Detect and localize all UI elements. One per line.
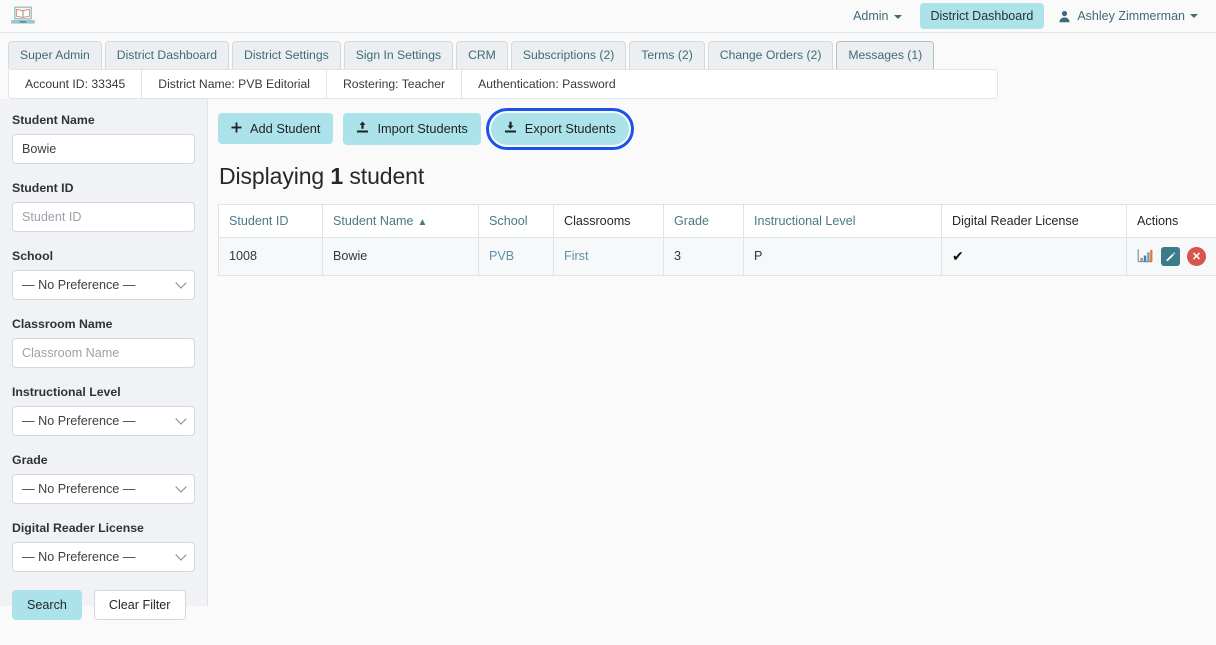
cell-instructional-level: P	[743, 236, 942, 276]
chevron-down-icon	[175, 548, 187, 561]
user-name-label: Ashley Zimmerman	[1077, 9, 1185, 23]
grade-select-value: — No Preference —	[22, 481, 136, 496]
column-header-grade[interactable]: Grade	[663, 203, 744, 238]
clear-filter-button[interactable]: Clear Filter	[93, 589, 186, 620]
student-action-row: Add Student Import Students Export Stude…	[218, 107, 1216, 150]
table-row: 1008 Bowie PVB First 3 P ✔ ✕	[218, 236, 1216, 276]
chevron-down-icon	[175, 276, 187, 289]
school-label: School	[12, 248, 53, 263]
filter-sidebar: Student Name Student ID School — No Pref…	[0, 98, 208, 620]
classroom-name-label: Classroom Name	[12, 316, 113, 331]
plus-icon	[231, 121, 242, 136]
school-link[interactable]: PVB	[489, 249, 514, 263]
user-icon	[1058, 10, 1071, 23]
column-header-instructional-level[interactable]: Instructional Level	[743, 203, 942, 238]
student-name-label: Student Name	[12, 112, 95, 127]
tab-crm[interactable]: CRM	[456, 41, 508, 69]
export-students-button[interactable]: Export Students	[485, 107, 634, 150]
sort-ascending-icon: ▲	[417, 216, 428, 228]
tab-subscriptions[interactable]: Subscriptions (2)	[510, 41, 627, 69]
tab-sign-in-settings[interactable]: Sign In Settings	[343, 41, 454, 69]
page-content: Student Name Student ID School — No Pref…	[0, 98, 1216, 634]
student-id-input[interactable]	[12, 201, 195, 232]
district-name-info: District Name: PVB Editorial	[142, 69, 327, 98]
classroom-name-input[interactable]	[12, 337, 195, 368]
students-table: Student ID Student Name ▲ School Classroo…	[218, 203, 1216, 276]
admin-menu-label: Admin	[853, 9, 889, 23]
classroom-link[interactable]: First	[564, 249, 588, 263]
students-main-panel: Add Student Import Students Export Stude…	[208, 98, 1216, 634]
column-header-classrooms: Classrooms	[553, 203, 664, 238]
cell-classrooms: First	[553, 236, 664, 276]
caret-down-icon	[893, 14, 902, 19]
instructional-level-select[interactable]: — No Preference —	[12, 405, 195, 436]
add-student-label: Add Student	[250, 121, 321, 137]
table-header-row: Student ID Student Name ▲ School Classroo…	[218, 203, 1216, 238]
tab-district-settings[interactable]: District Settings	[232, 41, 341, 69]
top-header-bar: Admin District Dashboard Ashley Zimmerma…	[0, 0, 1216, 33]
heading-prefix: Displaying	[219, 162, 325, 189]
column-header-school[interactable]: School	[478, 203, 554, 238]
instructional-level-label: Instructional Level	[12, 384, 121, 399]
instructional-level-select-value: — No Preference —	[22, 413, 136, 428]
caret-down-icon	[1190, 14, 1198, 18]
tab-change-orders[interactable]: Change Orders (2)	[707, 41, 834, 69]
account-id-info: Account ID: 33345	[9, 69, 143, 98]
admin-menu[interactable]: Admin	[843, 5, 911, 27]
header-right-group: Admin District Dashboard Ashley Zimmerma…	[843, 3, 1200, 29]
cell-school: PVB	[478, 236, 554, 276]
cell-student-id: 1008	[218, 236, 323, 276]
tab-messages[interactable]: Messages (1)	[836, 41, 935, 69]
add-student-button[interactable]: Add Student	[218, 113, 334, 145]
student-name-input[interactable]	[12, 133, 195, 164]
column-header-student-name[interactable]: Student Name ▲	[322, 203, 479, 238]
upload-icon	[356, 121, 369, 137]
column-header-actions: Actions	[1126, 203, 1216, 238]
digital-reader-license-select-value: — No Preference —	[22, 549, 136, 564]
edit-pencil-icon[interactable]	[1161, 246, 1180, 266]
student-id-label: Student ID	[12, 180, 74, 195]
cell-digital-reader-license: ✔	[941, 236, 1127, 276]
school-select-value: — No Preference —	[22, 277, 136, 292]
delete-x-icon[interactable]: ✕	[1187, 246, 1206, 266]
district-dashboard-pill[interactable]: District Dashboard	[919, 3, 1045, 29]
grade-label: Grade	[12, 452, 48, 467]
cell-actions: ✕	[1126, 236, 1216, 276]
user-menu[interactable]: Ashley Zimmerman	[1056, 5, 1200, 27]
tab-district-dashboard[interactable]: District Dashboard	[104, 41, 230, 69]
search-button[interactable]: Search	[12, 589, 82, 620]
tab-terms[interactable]: Terms (2)	[629, 41, 705, 69]
school-select[interactable]: — No Preference —	[12, 269, 195, 300]
filter-button-row: Search Clear Filter	[12, 589, 195, 620]
column-header-student-id[interactable]: Student ID	[218, 203, 323, 238]
digital-reader-license-label: Digital Reader License	[12, 520, 144, 535]
cell-student-name: Bowie	[322, 236, 479, 276]
authentication-info: Authentication: Password	[478, 76, 616, 91]
cell-grade: 3	[663, 236, 744, 276]
rostering-info: Rostering: Teacher	[327, 69, 463, 98]
book-laptop-logo[interactable]	[10, 5, 36, 27]
export-students-label: Export Students	[524, 121, 616, 137]
account-info-bar: Account ID: 33345 District Name: PVB Edi…	[8, 68, 998, 99]
grade-select[interactable]: — No Preference —	[12, 473, 195, 504]
heading-suffix: student	[349, 162, 425, 189]
tab-super-admin[interactable]: Super Admin	[8, 41, 102, 69]
import-students-button[interactable]: Import Students	[343, 112, 481, 145]
import-students-label: Import Students	[377, 121, 468, 137]
column-header-student-name-label: Student Name	[333, 213, 414, 228]
checkmark-icon: ✔	[952, 247, 964, 264]
chevron-down-icon	[175, 412, 187, 425]
primary-tab-strip: Super Admin District Dashboard District …	[0, 33, 1216, 69]
chevron-down-icon	[175, 480, 187, 493]
heading-count: 1	[330, 162, 344, 189]
page-title: Displaying 1 student	[219, 163, 1216, 190]
download-icon	[504, 121, 517, 137]
digital-reader-license-select[interactable]: — No Preference —	[12, 541, 195, 572]
column-header-digital-reader-license: Digital Reader License	[941, 203, 1127, 238]
report-chart-icon[interactable]	[1137, 248, 1154, 264]
